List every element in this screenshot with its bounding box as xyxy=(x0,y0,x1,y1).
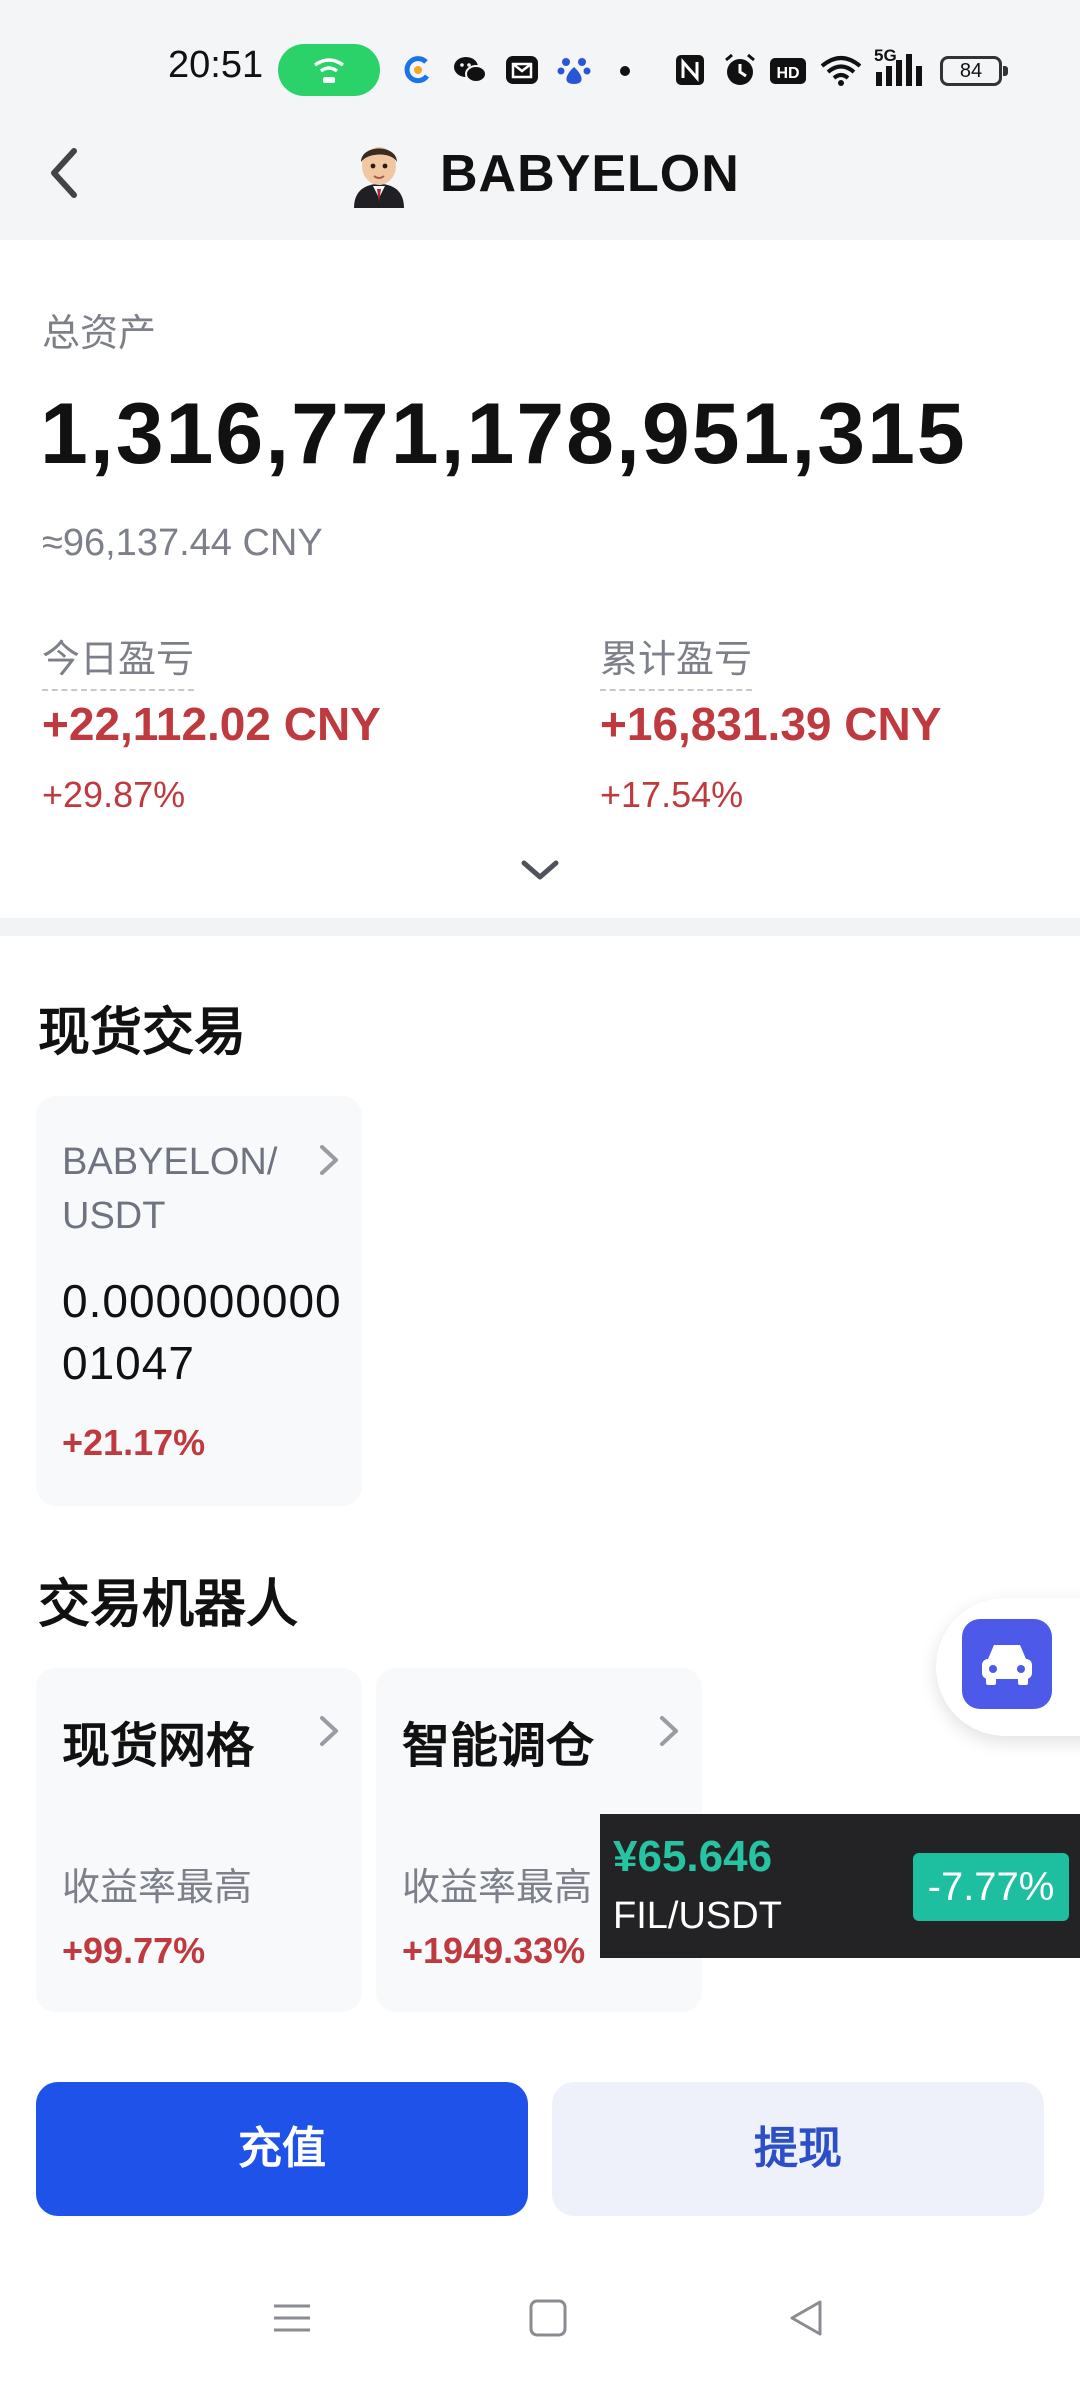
chevron-right-icon xyxy=(320,1145,338,1175)
chevron-down-icon[interactable] xyxy=(518,855,562,885)
home-icon[interactable] xyxy=(526,2296,570,2340)
cumulative-pnl-value: +16,831.39 CNY xyxy=(600,698,942,750)
trading-bots-title: 交易机器人 xyxy=(38,1576,299,1634)
battery-icon: 84 xyxy=(940,56,1008,86)
svg-text:HD: HD xyxy=(776,65,799,82)
ticker-pair: FIL/USDT xyxy=(613,1895,782,1937)
baidu-icon xyxy=(557,58,591,84)
avatar-icon xyxy=(354,147,404,208)
car-icon xyxy=(982,1645,1032,1685)
withdraw-button[interactable]: 提现 xyxy=(552,2082,1044,2216)
deposit-button[interactable]: 充值 xyxy=(36,2082,528,2216)
wechat-icon xyxy=(454,57,487,83)
notification-dot xyxy=(620,66,630,76)
hd-icon: HD xyxy=(770,58,806,84)
spot-trading-title: 现货交易 xyxy=(38,1004,247,1062)
bot-name: 智能调仓 xyxy=(402,1720,595,1773)
today-pnl-label[interactable]: 今日盈亏 xyxy=(42,628,195,691)
spot-pair-name: BABYELON/USDT xyxy=(62,1141,278,1237)
spot-pair-price: 0.000000000 01047 xyxy=(62,1275,342,1389)
nfc-icon xyxy=(676,55,704,85)
today-pnl-value: +22,112.02 CNY xyxy=(42,698,381,750)
chevron-right-icon xyxy=(320,1716,338,1746)
ticker-price: ¥65.646 xyxy=(613,1832,773,1881)
bot-subtitle: 收益率最高 xyxy=(402,1867,593,1909)
bot-subtitle: 收益率最高 xyxy=(62,1867,253,1909)
total-assets-cny: ≈96,137.44 CNY xyxy=(42,522,323,564)
bot-return: +99.77% xyxy=(62,1930,206,1971)
floating-car-button[interactable] xyxy=(962,1619,1052,1709)
chevron-left-icon[interactable] xyxy=(40,143,90,203)
chevron-right-icon xyxy=(660,1716,678,1746)
bot-return: +1949.33% xyxy=(402,1930,586,1971)
bot-name: 现货网格 xyxy=(62,1720,255,1773)
status-time: 20:51 xyxy=(168,44,264,86)
back-icon[interactable] xyxy=(784,2296,828,2340)
section-divider xyxy=(0,918,1080,936)
spot-pair-change: +21.17% xyxy=(62,1422,206,1463)
page-title: BABYELON xyxy=(440,145,740,203)
browser-icon xyxy=(404,56,430,84)
today-pnl-percent: +29.87% xyxy=(42,774,186,815)
wifi-icon xyxy=(820,56,862,86)
cumulative-pnl-percent: +17.54% xyxy=(600,774,744,815)
signal-icon xyxy=(876,54,922,86)
menu-icon[interactable] xyxy=(270,2296,314,2340)
total-assets-value: 1,316,771,178,951,315 xyxy=(40,386,967,482)
mail-icon xyxy=(506,56,538,84)
hotspot-icon xyxy=(278,44,380,96)
total-assets-label: 总资产 xyxy=(42,313,157,355)
alarm-icon xyxy=(725,53,755,85)
ticker-change-badge: -7.77% xyxy=(913,1853,1069,1921)
cumulative-pnl-label[interactable]: 累计盈亏 xyxy=(600,628,753,691)
